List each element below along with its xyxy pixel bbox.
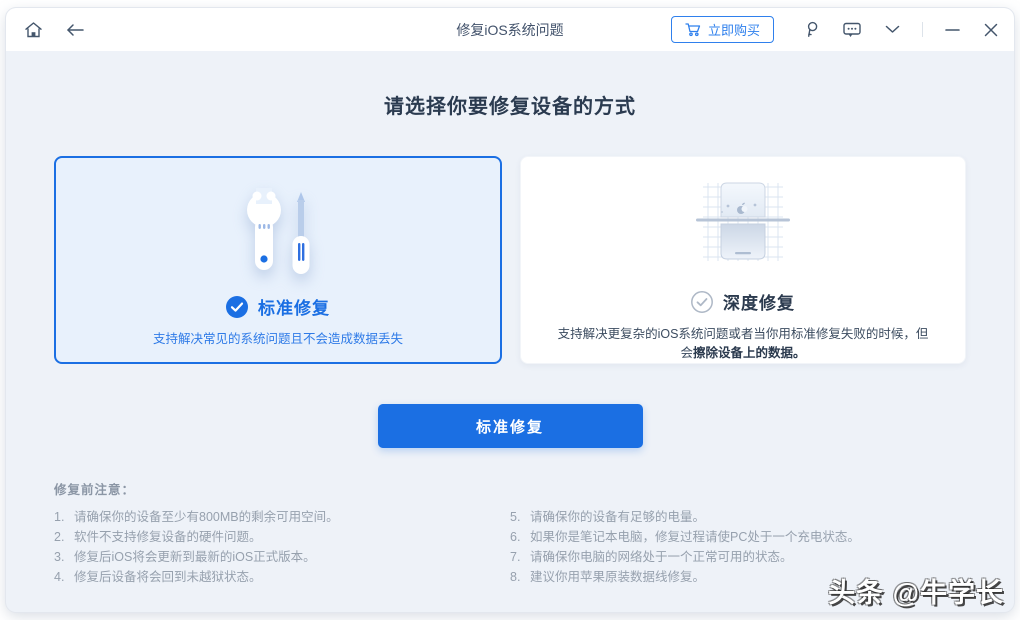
note-number: 2. (54, 530, 65, 544)
note-item: 6. 如果你是笔记本电脑，修复过程请使PC处于一个充电状态。 (510, 527, 966, 547)
standard-repair-action-button[interactable]: 标准修复 (377, 404, 643, 448)
minimize-button[interactable] (943, 26, 962, 34)
home-button[interactable] (22, 19, 45, 41)
app-window: 修复iOS系统问题 立即购买 请选择你要修复设备的方式 标准修复 支持解决常见的… (6, 8, 1014, 612)
titlebar: 修复iOS系统问题 立即购买 (6, 8, 1014, 51)
note-text: 请确保你的设备至少有800MB的剩余可用空间。 (74, 510, 339, 524)
back-arrow-icon (65, 23, 85, 37)
notes-column-left: 1. 请确保你的设备至少有800MB的剩余可用空间。 2. 软件不支持修复设备的… (54, 507, 510, 587)
note-text: 请确保你电脑的网络处于一个正常可用的状态。 (530, 550, 793, 564)
note-text: 建议你用苹果原装数据线修复。 (530, 570, 706, 584)
close-button[interactable] (982, 21, 1000, 39)
feedback-button[interactable] (841, 20, 863, 40)
note-text: 请确保你的设备有足够的电量。 (530, 510, 706, 524)
wrench-screwdriver-illustration (230, 172, 326, 284)
chevron-down-icon (885, 25, 900, 34)
standard-repair-card[interactable]: 标准修复 支持解决常见的系统问题且不会造成数据丢失 (54, 156, 502, 364)
standard-repair-title: 标准修复 (258, 299, 330, 318)
note-number: 3. (54, 550, 65, 564)
note-item: 1. 请确保你的设备至少有800MB的剩余可用空间。 (54, 507, 510, 527)
register-button[interactable] (802, 19, 821, 40)
menu-button[interactable] (883, 23, 902, 36)
device-illustration (678, 171, 808, 279)
deep-repair-desc-bold: 擦除设备上的数据。 (693, 346, 806, 360)
note-number: 5. (510, 510, 521, 524)
note-item: 3. 修复后iOS将会更新到最新的iOS正式版本。 (54, 547, 510, 567)
page-title: 请选择你要修复设备的方式 (384, 96, 636, 118)
close-icon (984, 23, 998, 37)
note-number: 1. (54, 510, 65, 524)
key-icon (804, 21, 819, 38)
buy-now-label: 立即购买 (707, 23, 760, 38)
note-item: 5. 请确保你的设备有足够的电量。 (510, 507, 966, 527)
repair-mode-cards: 标准修复 支持解决常见的系统问题且不会造成数据丢失 深度修复 支持解决更复杂的i… (6, 156, 1014, 364)
note-text: 如果你是笔记本电脑，修复过程请使PC处于一个充电状态。 (530, 530, 860, 544)
back-button[interactable] (63, 21, 87, 39)
toutiao-watermark: 头条 @牛学长 (828, 578, 1004, 608)
chat-icon (843, 22, 861, 38)
deep-repair-title: 深度修复 (723, 294, 795, 313)
note-number: 4. (54, 570, 65, 584)
main-content: 请选择你要修复设备的方式 标准修复 支持解决常见的系统问题且不会造成数据丢失 深… (6, 51, 1014, 612)
notes-heading: 修复前注意： (54, 483, 136, 497)
cart-icon (685, 22, 701, 37)
titlebar-divider (922, 22, 923, 37)
home-icon (24, 21, 43, 39)
deep-repair-card[interactable]: 深度修复 支持解决更复杂的iOS系统问题或者当你用标准修复失败的时候，但会擦除设… (520, 156, 966, 364)
note-text: 修复后iOS将会更新到最新的iOS正式版本。 (74, 550, 316, 564)
note-number: 8. (510, 570, 521, 584)
note-number: 6. (510, 530, 521, 544)
selected-check-icon (226, 295, 248, 318)
note-text: 修复后设备将会回到未越狱状态。 (74, 570, 262, 584)
note-item: 4. 修复后设备将会回到未越狱状态。 (54, 567, 510, 587)
note-number: 7. (510, 550, 521, 564)
deep-repair-desc: 支持解决更复杂的iOS系统问题或者当你用标准修复失败的时候，但会擦除设备上的数据… (557, 327, 929, 360)
note-item: 7. 请确保你电脑的网络处于一个正常可用的状态。 (510, 547, 966, 567)
note-item: 2. 软件不支持修复设备的硬件问题。 (54, 527, 510, 547)
buy-now-button[interactable]: 立即购买 (670, 16, 774, 43)
standard-repair-desc: 支持解决常见的系统问题且不会造成数据丢失 (152, 332, 403, 346)
minimize-icon (945, 28, 960, 32)
note-text: 软件不支持修复设备的硬件问题。 (74, 530, 262, 544)
unselected-check-icon (691, 290, 713, 313)
